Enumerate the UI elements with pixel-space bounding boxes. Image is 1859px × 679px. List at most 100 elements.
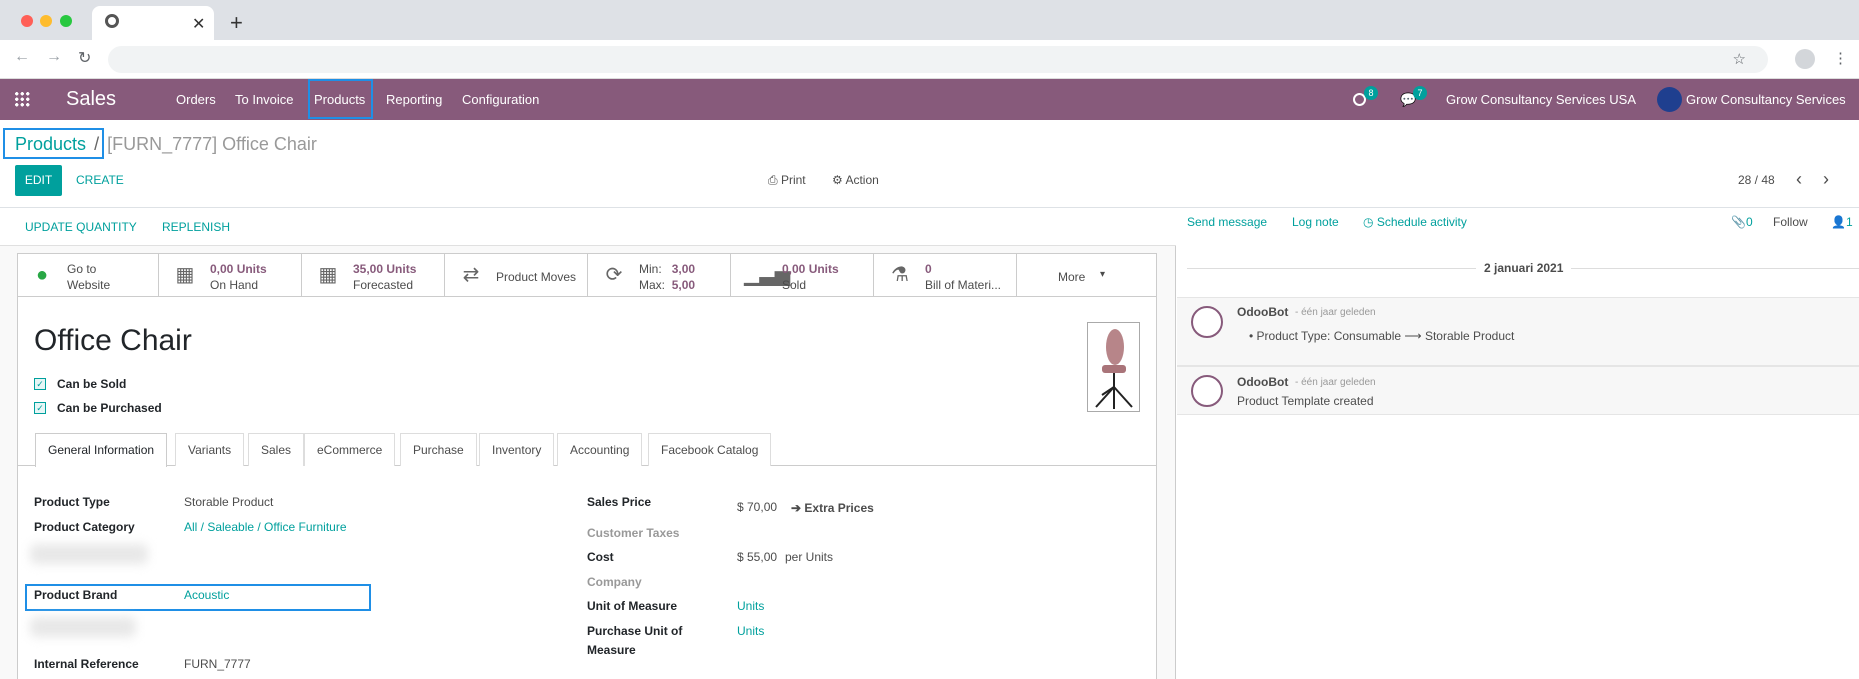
product-image[interactable] <box>1087 322 1140 412</box>
user-menu[interactable]: Grow Consultancy Services <box>1686 79 1846 120</box>
unit-of-measure-value[interactable]: Units <box>737 599 764 613</box>
clock-icon: ◷ <box>1363 215 1374 229</box>
browser-menu-icon[interactable]: ⋮ <box>1833 49 1848 67</box>
date-separator: 2 januari 2021 <box>1177 259 1859 277</box>
tab-inventory[interactable]: Inventory <box>479 433 555 466</box>
bookmark-star-icon[interactable]: ☆ <box>1733 50 1746 68</box>
message-badge: 7 <box>1413 86 1427 100</box>
browser-tab-strip: ✕ + <box>0 0 1859 40</box>
reordering-rules-button[interactable]: ⟳ Min: 3,00 Max: 5,00 <box>589 253 731 297</box>
flask-icon: ⚗ <box>891 264 909 286</box>
tab-facebook-catalog[interactable]: Facebook Catalog <box>648 433 772 466</box>
schedule-activity-label: Schedule activity <box>1376 215 1467 229</box>
more-button[interactable]: More ▾ <box>1018 253 1157 297</box>
send-message-button[interactable]: Send message <box>1187 215 1267 229</box>
smart-line1: More <box>1058 270 1086 284</box>
pager-previous-icon[interactable]: ‹ <box>1796 169 1802 190</box>
create-button[interactable]: CREATE <box>76 165 124 196</box>
menu-reporting[interactable]: Reporting <box>386 79 442 120</box>
action-button[interactable]: ⚙ Action <box>832 173 879 187</box>
product-moves-button[interactable]: ⇄ Product Moves <box>446 253 588 297</box>
chatter-message: OdooBot - één jaar geleden Product Templ… <box>1177 366 1859 415</box>
apps-grid-icon[interactable] <box>14 91 30 107</box>
forecasted-button[interactable]: ▦ 35,00 Units Forecasted <box>303 253 445 297</box>
window-close-dot[interactable] <box>21 15 33 27</box>
schedule-activity-button[interactable]: ◷ Schedule activity <box>1363 215 1467 229</box>
tab-purchase[interactable]: Purchase <box>400 433 477 466</box>
tab-sales[interactable]: Sales <box>248 433 305 466</box>
extra-prices-button[interactable]: ➔ Extra Prices <box>791 501 874 515</box>
cost-unit: per Units <box>785 550 834 564</box>
smart-line2: Sold <box>782 278 807 292</box>
sales-price-value[interactable]: $ 70,00 <box>737 500 777 514</box>
reload-icon[interactable]: ↻ <box>78 48 91 68</box>
log-note-button[interactable]: Log note <box>1292 215 1339 229</box>
address-bar[interactable]: ☆ <box>108 46 1768 73</box>
highlight-breadcrumb-products <box>3 128 104 159</box>
arrow-right-icon: ➔ <box>791 501 802 515</box>
message-time: - één jaar geleden <box>1295 307 1376 318</box>
tab-accounting[interactable]: Accounting <box>557 433 643 466</box>
cost-value[interactable]: $ 55,00 <box>737 550 777 564</box>
smart-min: Min: 3,00 <box>639 262 696 276</box>
back-icon[interactable]: ← <box>14 48 30 66</box>
window-maximize-dot[interactable] <box>60 15 72 27</box>
edit-button[interactable]: EDIT <box>15 165 62 196</box>
print-button[interactable]: ⎙ Print <box>768 173 806 188</box>
sold-button[interactable]: ▁▃▅ 0,00 Units Sold <box>732 253 874 297</box>
product-category-value[interactable]: All / Saleable / Office Furniture <box>184 520 347 534</box>
window-minimize-dot[interactable] <box>40 15 52 27</box>
profile-icon[interactable] <box>1795 49 1815 69</box>
paperclip-icon: 📎 <box>1731 215 1746 229</box>
cost-label: Cost <box>587 550 614 564</box>
action-label: Action <box>845 173 879 187</box>
attachments-button[interactable]: 📎0 <box>1731 215 1753 229</box>
user-avatar[interactable] <box>1657 87 1682 112</box>
can-be-purchased-checkbox[interactable]: ✓ <box>34 402 46 414</box>
followers-button[interactable]: 👤1 <box>1831 215 1853 229</box>
pager-value[interactable]: 28 / 48 <box>1738 173 1775 187</box>
internal-reference-value[interactable]: FURN_7777 <box>184 657 251 671</box>
date-label: 2 januari 2021 <box>1476 261 1572 275</box>
chrome-favicon-icon <box>105 14 119 28</box>
update-quantity-button[interactable]: UPDATE QUANTITY <box>25 208 137 246</box>
breadcrumb-current: [FURN_7777] Office Chair <box>107 134 317 154</box>
message-author[interactable]: OdooBot <box>1237 375 1288 389</box>
redacted-field <box>30 544 148 564</box>
purchase-uom-value[interactable]: Units <box>737 624 764 638</box>
tab-ecommerce[interactable]: eCommerce <box>304 433 396 466</box>
on-hand-button[interactable]: ▦ 0,00 Units On Hand <box>160 253 302 297</box>
odoobot-avatar <box>1191 306 1223 338</box>
user-icon: 👤 <box>1831 215 1846 229</box>
smart-line1: 0,00 Units <box>210 262 267 276</box>
follow-button[interactable]: Follow <box>1773 215 1808 229</box>
menu-configuration[interactable]: Configuration <box>462 79 539 120</box>
extra-prices-label: Extra Prices <box>804 501 874 515</box>
caret-down-icon: ▾ <box>1100 269 1106 280</box>
forward-icon[interactable]: → <box>46 48 62 66</box>
new-tab-icon[interactable]: + <box>230 10 243 36</box>
customer-taxes-label: Customer Taxes <box>587 526 680 540</box>
follower-count: 1 <box>1845 215 1853 229</box>
tab-variants[interactable]: Variants <box>175 433 245 466</box>
cubes-icon: ▦ <box>175 264 195 286</box>
signal-icon: ▁▃▅ <box>744 264 791 286</box>
tab-general-information[interactable]: General Information <box>35 433 168 467</box>
menu-orders[interactable]: Orders <box>176 79 216 120</box>
go-to-website-button[interactable]: ● Go to Website <box>17 253 159 297</box>
can-be-sold-checkbox[interactable]: ✓ <box>34 378 46 390</box>
product-name[interactable]: Office Chair <box>34 324 192 358</box>
browser-toolbar: ← → ↻ ☆ ⋮ <box>0 40 1859 79</box>
sales-price-label: Sales Price <box>587 495 652 509</box>
message-author[interactable]: OdooBot <box>1237 305 1288 319</box>
product-type-value[interactable]: Storable Product <box>184 495 273 509</box>
bill-of-materials-button[interactable]: ⚗ 0 Bill of Materi... <box>875 253 1017 297</box>
app-name[interactable]: Sales <box>66 79 116 120</box>
company-switcher[interactable]: Grow Consultancy Services USA <box>1446 79 1636 120</box>
menu-to-invoice[interactable]: To Invoice <box>235 79 294 120</box>
replenish-button[interactable]: REPLENISH <box>162 208 230 246</box>
can-be-sold-label: Can be Sold <box>57 377 127 391</box>
pager-next-icon[interactable]: › <box>1823 169 1829 190</box>
close-tab-icon[interactable]: ✕ <box>192 14 205 34</box>
highlight-products-menu <box>308 79 373 119</box>
